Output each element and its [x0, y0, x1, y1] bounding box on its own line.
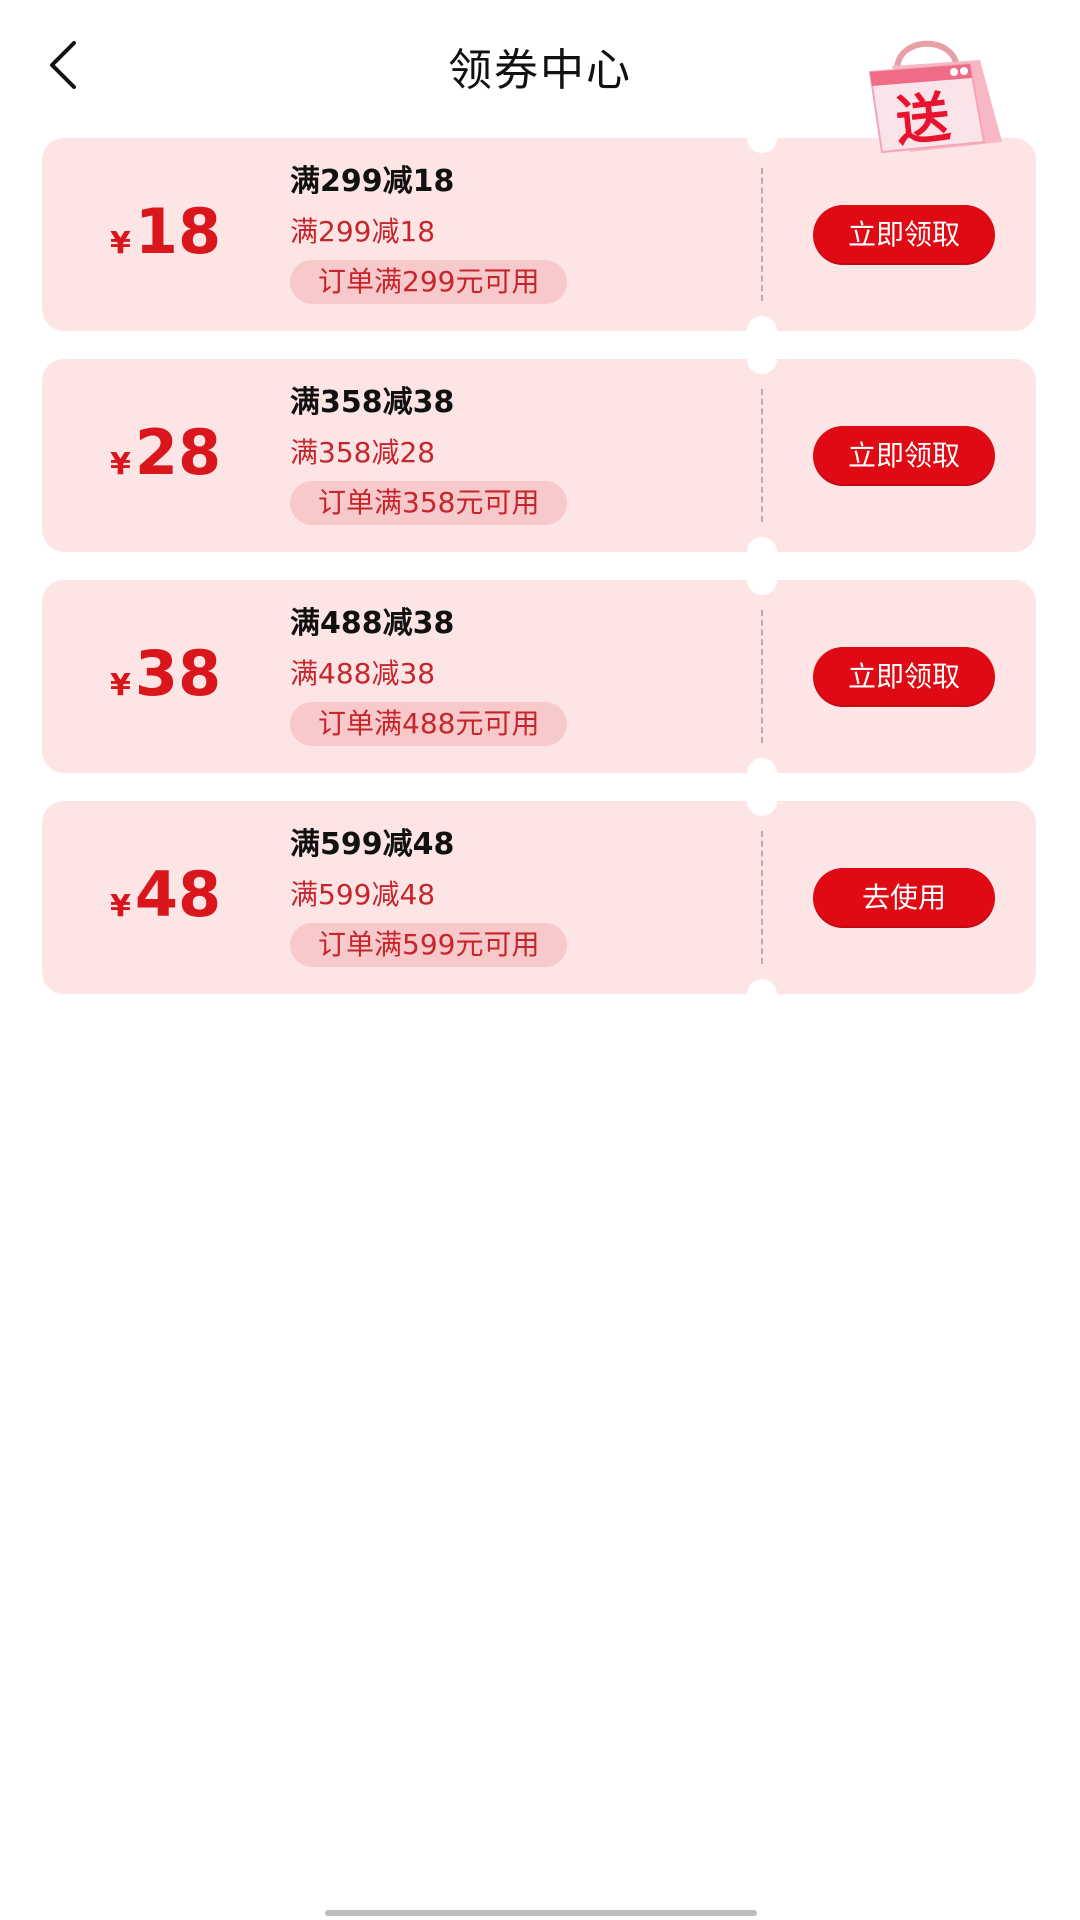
coupon-subtitle: 满299减18 [290, 215, 436, 248]
coupon-condition: 订单满599元可用 [290, 923, 568, 967]
ticket-notch [747, 979, 777, 1009]
coupon-name: 满299减18 [290, 164, 455, 199]
perforation-divider [761, 610, 763, 743]
coupon-condition: 订单满299元可用 [290, 260, 568, 304]
ticket-notch [747, 758, 777, 788]
currency-symbol: ¥ [110, 668, 131, 703]
ticket-notch [747, 123, 777, 153]
coupon-info: 满358减38 满358减28 订单满358元可用 [290, 383, 740, 525]
ticket-notch [747, 316, 777, 346]
coupon-amount: ¥18 [110, 196, 221, 268]
ticket-notch [747, 786, 777, 816]
amount-value: 18 [134, 195, 222, 268]
coupon-name: 满358减38 [290, 385, 455, 420]
currency-symbol: ¥ [110, 889, 131, 924]
coupon-info: 满299减18 满299减18 订单满299元可用 [290, 162, 740, 304]
coupon-info: 满488减38 满488减38 订单满488元可用 [290, 604, 740, 746]
currency-symbol: ¥ [110, 226, 131, 261]
perforation-divider [761, 389, 763, 522]
svg-text:送: 送 [893, 85, 953, 153]
coupon-card: ¥48 满599减48 满599减48 订单满599元可用 去使用 [42, 786, 1036, 1009]
ticket-notch [747, 565, 777, 595]
amount-value: 28 [134, 416, 222, 489]
gift-bag-icon[interactable]: 送 [852, 30, 1007, 160]
coupon-amount: ¥38 [110, 638, 221, 710]
coupon-name: 满599减48 [290, 827, 455, 862]
coupon-subtitle: 满358减28 [290, 436, 436, 469]
ticket-notch [747, 344, 777, 374]
home-indicator[interactable] [325, 1910, 757, 1916]
amount-value: 48 [134, 858, 222, 931]
coupon-list: ¥18 满299减18 满299减18 订单满299元可用 立即领取 ¥28 满… [42, 123, 1036, 1022]
use-button[interactable]: 去使用 [813, 868, 995, 928]
coupon-info: 满599减48 满599减48 订单满599元可用 [290, 825, 740, 967]
coupon-amount: ¥28 [110, 417, 221, 489]
coupon-card: ¥38 满488减38 满488减38 订单满488元可用 立即领取 [42, 565, 1036, 788]
perforation-divider [761, 168, 763, 301]
ticket-notch [747, 537, 777, 567]
coupon-condition: 订单满358元可用 [290, 481, 568, 525]
coupon-condition: 订单满488元可用 [290, 702, 568, 746]
claim-button[interactable]: 立即领取 [813, 647, 995, 707]
amount-value: 38 [134, 637, 222, 710]
coupon-card: ¥28 满358减38 满358减28 订单满358元可用 立即领取 [42, 344, 1036, 567]
claim-button[interactable]: 立即领取 [813, 205, 995, 265]
claim-button[interactable]: 立即领取 [813, 426, 995, 486]
currency-symbol: ¥ [110, 447, 131, 482]
coupon-subtitle: 满599减48 [290, 878, 436, 911]
coupon-card: ¥18 满299减18 满299减18 订单满299元可用 立即领取 [42, 123, 1036, 346]
perforation-divider [761, 831, 763, 964]
coupon-subtitle: 满488减38 [290, 657, 436, 690]
coupon-amount: ¥48 [110, 859, 221, 931]
coupon-name: 满488减38 [290, 606, 455, 641]
